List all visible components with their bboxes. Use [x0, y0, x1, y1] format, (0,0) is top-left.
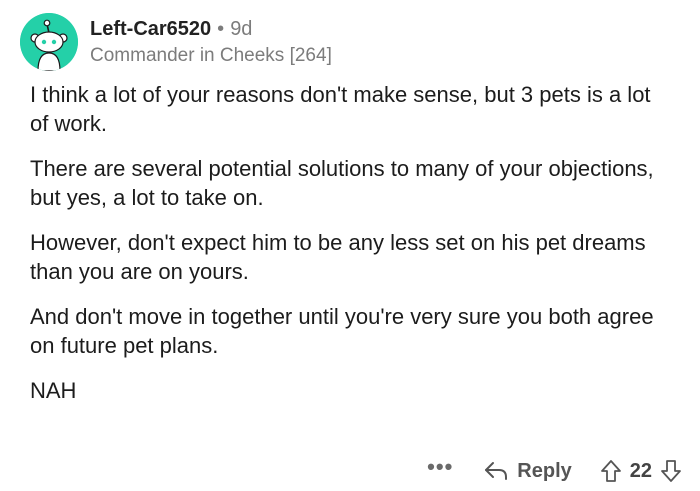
- meta-separator: •: [217, 18, 225, 40]
- downvote-arrow-icon[interactable]: [660, 459, 682, 483]
- more-options-button[interactable]: •••: [427, 456, 453, 478]
- comment-paragraph: NAH: [30, 378, 77, 403]
- avatar[interactable]: [20, 13, 78, 71]
- reddit-snoo-avatar-icon: [20, 13, 78, 71]
- comment-paragraph: However, don't expect him to be any less…: [30, 230, 646, 284]
- user-flair: Commander in Cheeks [264]: [90, 45, 332, 66]
- author-username[interactable]: Left-Car6520: [90, 18, 211, 40]
- comment-paragraph: There are several potential solutions to…: [30, 156, 654, 210]
- comment-actions: ••• Reply 22: [427, 456, 682, 486]
- comment-paragraph: And don't move in together until you're …: [30, 304, 654, 358]
- reply-label: Reply: [517, 459, 572, 482]
- comment-timestamp[interactable]: 9d: [230, 18, 252, 40]
- reply-button[interactable]: Reply: [483, 459, 572, 483]
- comment-body: I think a lot of your reasons don't make…: [30, 80, 670, 421]
- upvote-arrow-icon[interactable]: [600, 459, 622, 483]
- comment-paragraph: I think a lot of your reasons don't make…: [30, 82, 651, 136]
- vote-controls: 22: [600, 459, 682, 483]
- vote-score: 22: [629, 459, 652, 482]
- reply-arrow-icon: [485, 462, 508, 480]
- comment-header: Left-Car6520 • 9d: [90, 18, 252, 41]
